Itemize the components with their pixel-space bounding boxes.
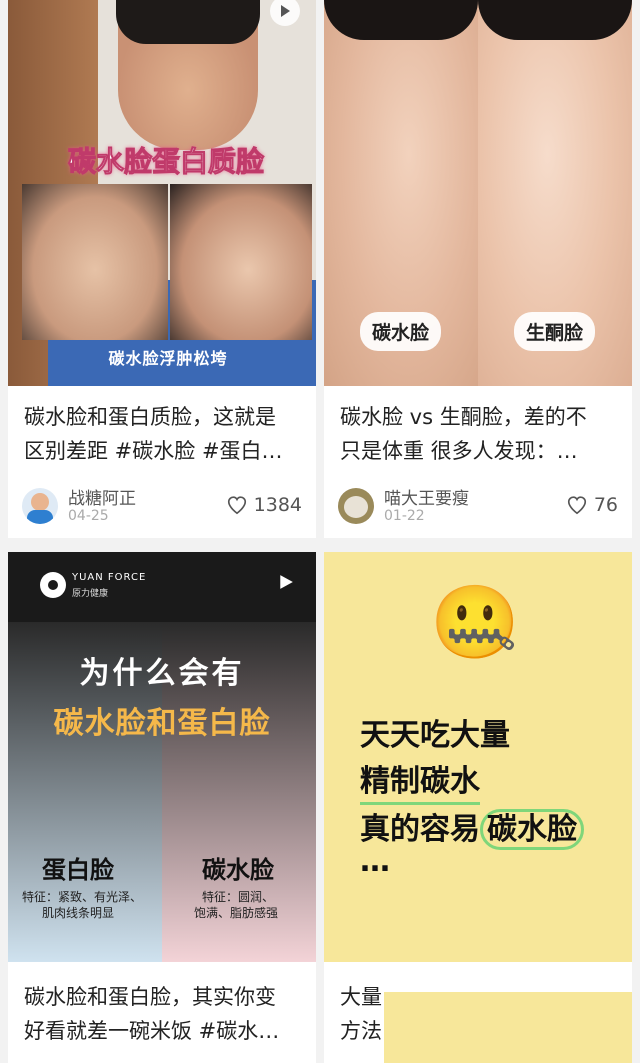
protein-face-desc-1: 特征：紧致、有光泽、 <box>22 890 143 904</box>
carb-face-desc-2: 饱满、脂肪感强 <box>194 906 279 920</box>
note-cover-image[interactable]: 碳水脸 生酮脸 <box>324 0 632 386</box>
cover-text-ellipsis: … <box>360 844 390 879</box>
carb-face-title: 碳水脸 <box>202 856 274 884</box>
avatar[interactable] <box>22 488 58 524</box>
cover-headline-2: 碳水脸和蛋白脸 <box>53 706 271 741</box>
redaction-block <box>384 992 632 1063</box>
brand-name: YUAN FORCE <box>72 572 147 583</box>
cover-text-line2: 精制碳水 <box>360 756 480 805</box>
comparison-image-left <box>22 184 168 340</box>
note-card-2[interactable]: 碳水脸 生酮脸 碳水脸 vs 生酮脸，差的不 只是体重 很多人发现：… 喵大王要… <box>324 0 632 538</box>
carb-face-desc-1: 特征：圆润、 <box>202 890 275 904</box>
heart-icon <box>567 496 586 515</box>
label-carb-face: 碳水脸 <box>360 312 442 351</box>
note-card-1[interactable]: 碳水脸蛋白质脸 碳水脸浮肿松垮 碳水脸和蛋白质脸，这就是 区别差距 #碳水脸 #… <box>8 0 316 538</box>
note-card-4[interactable]: 🤐 天天吃大量 精制碳水 真的容易 碳水脸 … 大量 方法 <box>324 552 632 1063</box>
brand-subname: 原力健康 <box>72 589 109 599</box>
author-name[interactable]: 战糖阿正 <box>68 484 136 509</box>
note-meta: 喵大王要瘦 01-22 76 <box>338 484 618 530</box>
cover-text-line3: 真的容易 碳水脸 <box>360 804 584 850</box>
hair-right <box>478 0 632 40</box>
like-button[interactable]: 76 <box>566 494 618 516</box>
post-date: 01-22 <box>384 508 425 524</box>
note-cover-image[interactable]: 🤐 天天吃大量 精制碳水 真的容易 碳水脸 … <box>324 552 632 962</box>
cover-text-line1: 天天吃大量 <box>360 718 510 753</box>
zipper-mouth-emoji: 🤐 <box>430 580 520 664</box>
like-button[interactable]: 1384 <box>226 494 302 516</box>
protein-face-title: 蛋白脸 <box>42 856 114 884</box>
note-title[interactable]: 碳水脸 vs 生酮脸，差的不 只是体重 很多人发现：… <box>340 400 620 468</box>
cover-caption: 碳水脸浮肿松垮 <box>108 349 228 368</box>
note-card-3[interactable]: YUAN FORCE 原力健康 为什么会有 碳水脸和蛋白脸 蛋白脸 特征：紧致、… <box>8 552 316 1063</box>
avatar[interactable] <box>338 488 374 524</box>
hair-left <box>324 0 478 40</box>
highlighted-word: 碳水脸 <box>480 809 584 850</box>
heart-icon <box>227 496 246 515</box>
note-cover-image[interactable]: 碳水脸蛋白质脸 碳水脸浮肿松垮 <box>8 0 316 386</box>
note-title[interactable]: 碳水脸和蛋白脸，其实你变 好看就差一碗米饭 #碳水… <box>24 980 304 1048</box>
note-cover-image[interactable]: YUAN FORCE 原力健康 为什么会有 碳水脸和蛋白脸 蛋白脸 特征：紧致、… <box>8 552 316 962</box>
cover-headline-1: 为什么会有 <box>79 656 245 691</box>
brand-logo-icon <box>40 572 66 598</box>
note-title[interactable]: 碳水脸和蛋白质脸，这就是 区别差距 #碳水脸 #蛋白… <box>24 400 304 468</box>
label-keto-face: 生酮脸 <box>514 312 596 351</box>
video-play-icon[interactable] <box>278 574 294 590</box>
cover-overlay-title: 碳水脸蛋白质脸 <box>67 145 264 179</box>
post-date: 04-25 <box>68 508 109 524</box>
protein-face-desc-2: 肌肉线条明显 <box>42 906 115 920</box>
like-count: 76 <box>593 494 618 516</box>
comparison-image-right <box>170 184 312 340</box>
note-meta: 战糖阿正 04-25 1384 <box>22 484 302 530</box>
author-name[interactable]: 喵大王要瘦 <box>384 484 469 509</box>
man-hair <box>116 0 260 44</box>
like-count: 1384 <box>253 494 302 516</box>
